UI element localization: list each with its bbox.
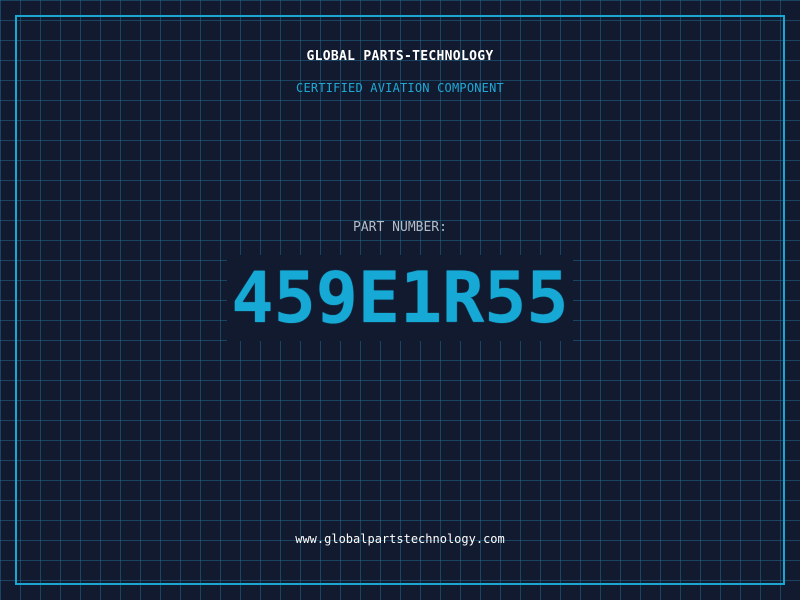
part-label-card: GLOBAL PARTS-TECHNOLOGY CERTIFIED AVIATI… — [0, 0, 800, 600]
part-number-label: PART NUMBER: — [353, 220, 447, 235]
part-number-value: 459E1R55 — [227, 255, 573, 341]
part-number-container: 459E1R55 — [0, 255, 800, 341]
website-url: www.globalpartstechnology.com — [295, 532, 505, 546]
company-name: GLOBAL PARTS-TECHNOLOGY — [306, 49, 494, 64]
certification-tagline: CERTIFIED AVIATION COMPONENT — [296, 81, 504, 95]
